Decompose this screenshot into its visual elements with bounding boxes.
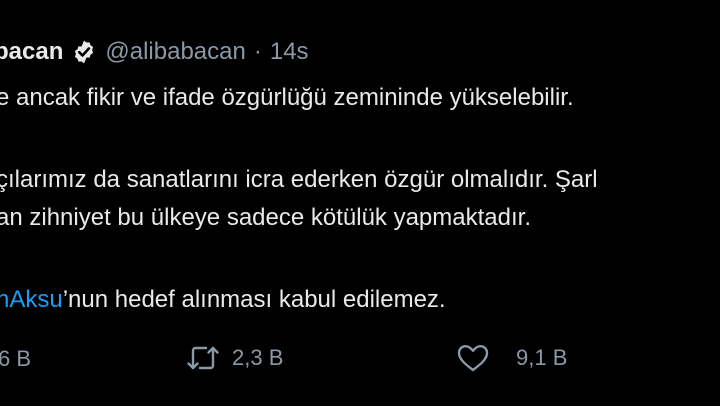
mention-link[interactable]: nAksu [0, 286, 63, 313]
retweet-count: 2,3 B [232, 345, 284, 370]
author-display-name[interactable]: bacan [0, 38, 63, 66]
verified-badge-icon [71, 39, 97, 65]
tweet-text-line-4-rest: ’nun hedef alınması kabul edilemez. [62, 286, 446, 313]
header-separator: · [253, 38, 262, 65]
reply-action[interactable]: 6 B [0, 346, 31, 372]
reply-count: 6 B [0, 346, 32, 371]
like-action[interactable]: 9,1 B [456, 343, 567, 373]
tweet-text-line-3: an zihniyet bu ülkeye sadece kötülük yap… [0, 204, 531, 231]
tweet-actions-bar: 6 B 2,3 B 9,1 B [0, 340, 720, 380]
tweet-text-line-4: nAksu’nun hedef alınması kabul edilemez. [0, 286, 446, 314]
tweet-text-line-2: çılarımız da sanatlarını icra ederken öz… [0, 166, 598, 193]
retweet-action[interactable]: 2,3 B [186, 343, 283, 373]
tweet-timestamp[interactable]: 14s [270, 38, 309, 66]
tweet-header: bacan @alibabacan · 14s [0, 38, 309, 66]
like-count: 9,1 B [516, 345, 568, 370]
author-handle[interactable]: @alibabacan [105, 38, 245, 66]
retweet-icon[interactable] [186, 343, 220, 373]
tweet-text-line-1: e ancak fikir ve ifade özgürlüğü zeminin… [0, 84, 574, 111]
like-heart-icon[interactable] [456, 343, 490, 373]
tweet-card: bacan @alibabacan · 14s e ancak fikir ve… [0, 0, 720, 406]
